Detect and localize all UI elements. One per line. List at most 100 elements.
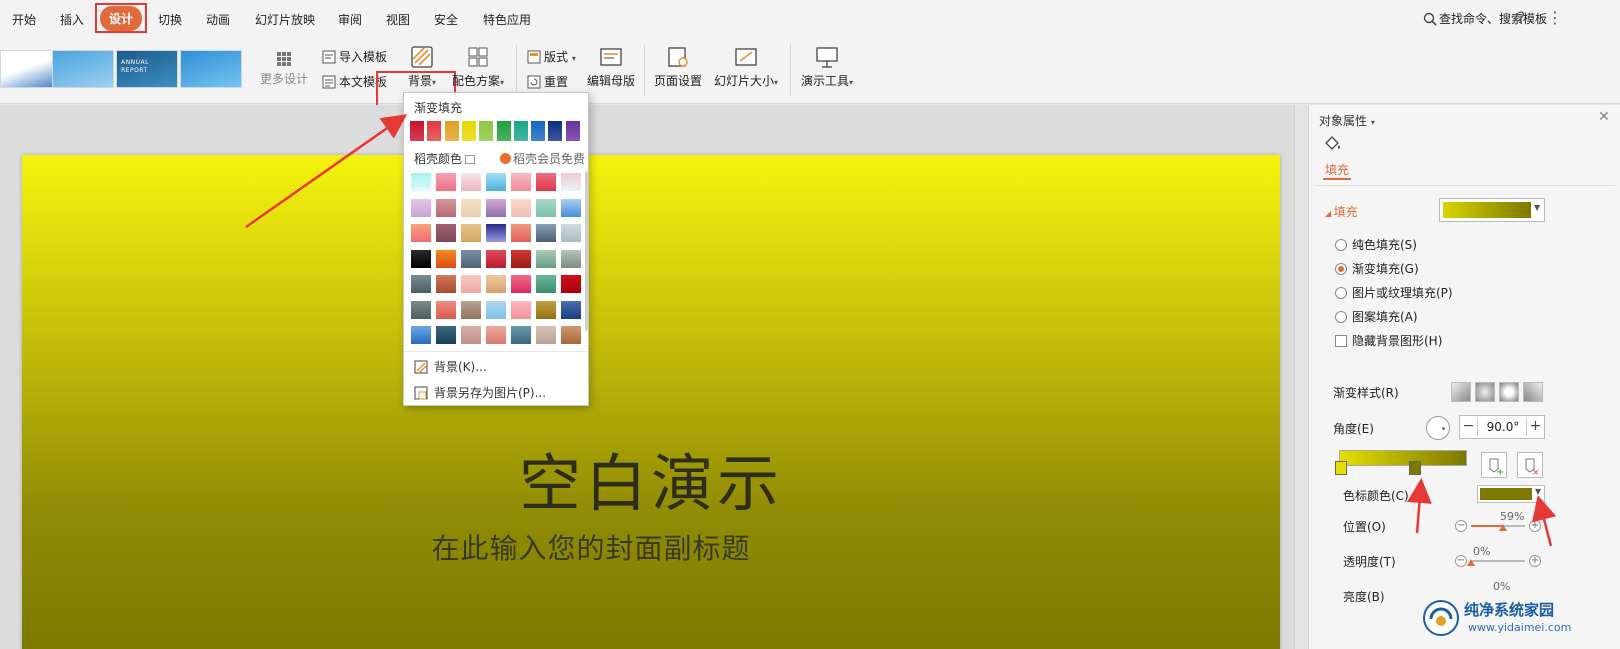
gradient-preset[interactable] (561, 326, 581, 344)
gradient-preset[interactable] (486, 275, 506, 293)
background-button[interactable]: 背景▾ (404, 46, 440, 89)
fill-bucket-icon[interactable] (1323, 135, 1343, 153)
template-thumb-4[interactable] (180, 50, 242, 88)
gradient-preset[interactable] (436, 198, 456, 217)
gradient-style-linear[interactable] (1451, 382, 1471, 402)
gradient-swatch[interactable] (427, 121, 442, 141)
menu-animation[interactable]: 动画 (206, 11, 230, 28)
help-icon[interactable]: ? (1517, 8, 1526, 27)
gradient-preset[interactable] (436, 249, 456, 268)
gradient-style-path[interactable] (1523, 382, 1543, 402)
dropdown-scrollbar[interactable] (585, 171, 588, 331)
delete-stop-button[interactable]: × (1517, 452, 1543, 478)
menu-design[interactable]: 设计 (100, 6, 143, 31)
panel-title[interactable]: 对象属性 ▾ (1319, 112, 1375, 129)
gradient-preset[interactable] (511, 173, 531, 191)
menu-special[interactable]: 特色应用 (483, 11, 531, 28)
gradient-preset[interactable] (561, 249, 581, 268)
transparency-slider[interactable]: − + (1455, 553, 1541, 569)
minus-icon[interactable]: − (1455, 520, 1467, 532)
color-scheme-button[interactable]: 配色方案▾ (448, 46, 508, 89)
plus-icon[interactable]: + (1529, 520, 1541, 532)
gradient-swatch[interactable] (461, 121, 476, 141)
gradient-style-radial[interactable] (1475, 382, 1495, 402)
gradient-preset[interactable] (411, 300, 431, 319)
gradient-preset[interactable] (461, 198, 481, 217)
menu-slideshow[interactable]: 幻灯片放映 (255, 11, 315, 28)
gradient-preset[interactable] (486, 300, 506, 319)
gradient-preset[interactable] (461, 326, 481, 344)
slide-canvas[interactable]: 空白演示 在此输入您的封面副标题 (22, 155, 1280, 649)
radio-picture-fill[interactable]: 图片或纹理填充(P) (1335, 284, 1453, 301)
stop-color-dropdown[interactable]: ▼ (1477, 485, 1545, 503)
angle-spinner[interactable]: − 90.0° + (1459, 415, 1545, 439)
gradient-bar[interactable] (1339, 450, 1467, 466)
fill-section-toggle[interactable]: ◢ 填充 (1325, 203, 1358, 220)
gradient-style-rect[interactable] (1499, 382, 1519, 402)
minus-icon[interactable]: − (1455, 555, 1467, 567)
gradient-preset[interactable] (536, 224, 556, 242)
close-icon[interactable]: ✕ (1598, 109, 1610, 125)
gradient-swatch[interactable] (513, 121, 528, 141)
gradient-preset[interactable] (486, 198, 506, 217)
tab-fill[interactable]: 填充 (1325, 161, 1349, 178)
gradient-swatch[interactable] (531, 121, 546, 141)
gradient-preset[interactable] (436, 275, 456, 293)
gradient-preset[interactable] (461, 173, 481, 191)
gradient-preset[interactable] (411, 249, 431, 268)
menu-review[interactable]: 审阅 (338, 11, 362, 28)
gradient-preset[interactable] (411, 275, 431, 293)
gradient-preset[interactable] (411, 173, 431, 191)
layout-button[interactable]: 版式 ▾ (527, 48, 576, 65)
gradient-preset[interactable] (561, 275, 581, 293)
gradient-preset[interactable] (411, 326, 431, 344)
gradient-preset[interactable] (511, 326, 531, 344)
gradient-preset[interactable] (536, 300, 556, 319)
hide-bg-graphics-checkbox[interactable]: 隐藏背景图形(H) (1335, 332, 1442, 349)
panel-splitter[interactable] (1294, 105, 1308, 649)
gradient-preset[interactable] (486, 173, 506, 191)
gradient-preset[interactable] (561, 198, 581, 217)
gradient-preset[interactable] (536, 173, 556, 191)
text-template-button[interactable]: 本文模板 (322, 73, 387, 90)
gradient-swatch[interactable] (479, 121, 494, 141)
menu-transition[interactable]: 切换 (158, 11, 182, 28)
gradient-preset[interactable] (436, 224, 456, 242)
gradient-preset[interactable] (536, 326, 556, 344)
gradient-preset[interactable] (536, 249, 556, 268)
slide-size-button[interactable]: 幻灯片大小▾ (711, 46, 781, 89)
gradient-preset[interactable] (561, 224, 581, 242)
gradient-stop-1[interactable] (1335, 461, 1347, 475)
slide-subtitle[interactable]: 在此输入您的封面副标题 (22, 527, 1280, 567)
menu-insert[interactable]: 插入 (60, 11, 84, 28)
minus-icon[interactable]: − (1460, 418, 1478, 436)
gradient-preset[interactable] (411, 198, 431, 217)
gradient-swatch[interactable] (548, 121, 563, 141)
more-icon[interactable]: ⋮ (1547, 8, 1563, 27)
gradient-preset[interactable] (486, 326, 506, 344)
gradient-preset[interactable] (536, 275, 556, 293)
edit-master-button[interactable]: 编辑母版 (586, 46, 636, 89)
gradient-preset[interactable] (511, 249, 531, 268)
slider-thumb[interactable] (1498, 524, 1507, 531)
gradient-stop-2[interactable] (1409, 461, 1421, 475)
angle-dial[interactable] (1426, 416, 1450, 440)
presenter-tools-button[interactable]: 演示工具▾ (798, 46, 856, 89)
radio-solid-fill[interactable]: 纯色填充(S) (1335, 236, 1417, 253)
gradient-preset[interactable] (461, 224, 481, 242)
page-setup-button[interactable]: 页面设置 (653, 46, 703, 89)
gradient-swatch[interactable] (410, 121, 424, 141)
menu-start[interactable]: 开始 (12, 11, 36, 28)
gradient-swatch[interactable] (565, 121, 580, 141)
gradient-preset[interactable] (536, 198, 556, 217)
menu-view[interactable]: 视图 (386, 11, 410, 28)
template-thumb-3[interactable]: ANNUAL REPORT (116, 50, 178, 88)
gradient-preset[interactable] (561, 300, 581, 319)
gradient-preset[interactable] (486, 249, 506, 268)
radio-gradient-fill[interactable]: 渐变填充(G) (1335, 260, 1419, 277)
gradient-preset[interactable] (436, 173, 456, 191)
plus-icon[interactable]: + (1526, 418, 1544, 436)
gradient-preset[interactable] (511, 198, 531, 217)
gradient-preset[interactable] (461, 249, 481, 268)
import-template-button[interactable]: 导入模板 (322, 48, 387, 65)
